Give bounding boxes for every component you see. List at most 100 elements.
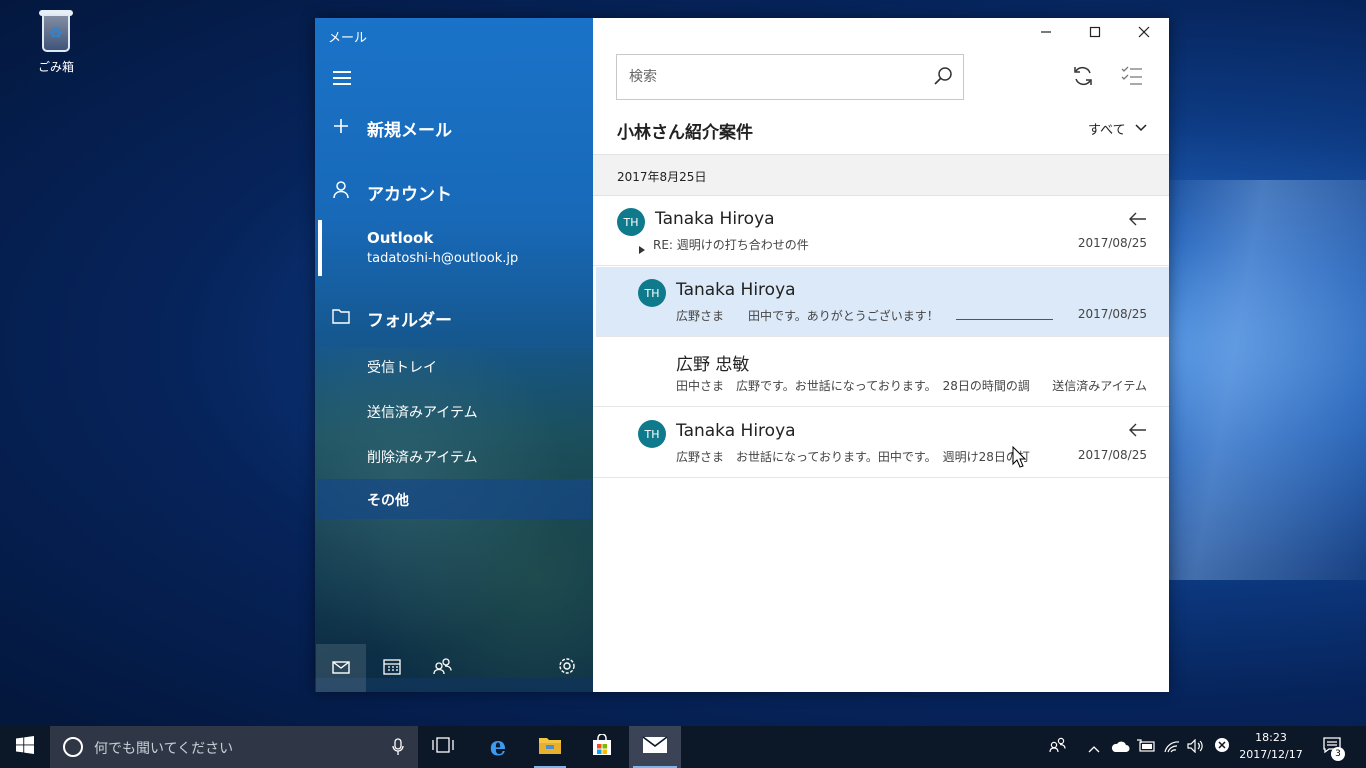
account-email: tadatoshi-h@outlook.jp bbox=[367, 251, 519, 266]
message-folder-tag: 送信済みアイテム bbox=[1052, 379, 1147, 393]
sync-button[interactable] bbox=[1071, 64, 1097, 90]
minimize-icon bbox=[1040, 26, 1052, 42]
account-outlook[interactable]: Outlook tadatoshi-h@outlook.jp bbox=[315, 218, 593, 278]
wifi-icon bbox=[1163, 738, 1181, 757]
minimize-button[interactable] bbox=[1023, 22, 1069, 46]
message-sender: Tanaka Hiroya bbox=[676, 421, 796, 441]
close-circle-icon bbox=[1214, 737, 1230, 757]
recycle-bin-desktop-icon[interactable]: ♻ ごみ箱 bbox=[22, 8, 90, 75]
file-explorer-taskbar-button[interactable] bbox=[526, 726, 574, 768]
folder-icon bbox=[538, 735, 562, 759]
maximize-icon bbox=[1089, 26, 1101, 42]
status-tray-button[interactable] bbox=[1210, 726, 1234, 768]
search-box bbox=[616, 54, 964, 100]
cortana-icon bbox=[63, 737, 83, 757]
person-icon bbox=[315, 180, 367, 204]
folders-label: フォルダー bbox=[367, 310, 452, 331]
chevron-down-icon bbox=[1135, 121, 1147, 136]
recycle-bin-label: ごみ箱 bbox=[37, 60, 74, 74]
action-center-button[interactable] bbox=[1312, 726, 1352, 768]
taskbar-clock[interactable]: 18:23 2017/12/17 bbox=[1236, 729, 1306, 763]
date-group-header: 2017年8月25日 bbox=[593, 154, 1169, 196]
selection-indicator bbox=[318, 220, 322, 276]
close-icon bbox=[1138, 26, 1150, 42]
taskbar: 何でも聞いてください e 18:23 2017/12/17 3 bbox=[0, 726, 1366, 768]
mouse-cursor-icon bbox=[1012, 445, 1027, 472]
search-input[interactable] bbox=[617, 55, 917, 99]
message-list-pane: 小林さん紹介案件 すべて 2017年8月25日 TH Tanaka Hiroya… bbox=[593, 18, 1169, 692]
mail-window: メール 新規メール アカウント Outlook tadatoshi-h@outl… bbox=[315, 18, 1169, 692]
checklist-icon bbox=[1120, 66, 1144, 90]
filter-dropdown[interactable]: すべて bbox=[1088, 119, 1147, 138]
message-date: 2017/08/25 bbox=[1077, 307, 1147, 321]
message-item[interactable]: TH Tanaka Hiroya 広野さま お世話になっております。田中です。 … bbox=[593, 408, 1169, 478]
people-switch-button[interactable] bbox=[418, 644, 468, 692]
mail-switch-button[interactable] bbox=[316, 644, 366, 692]
mail-envelope-icon bbox=[642, 736, 668, 758]
replied-arrow-icon bbox=[1129, 211, 1147, 226]
mail-taskbar-button[interactable] bbox=[629, 726, 681, 768]
battery-plug-icon bbox=[1136, 738, 1156, 757]
date-group-label: 2017年8月25日 bbox=[617, 170, 707, 184]
message-preview: 広野さま お世話になっております。田中です。 週明け28日の打 bbox=[676, 450, 1030, 464]
speaker-icon bbox=[1187, 738, 1205, 757]
select-mode-button[interactable] bbox=[1120, 64, 1146, 90]
windows-logo-icon bbox=[16, 736, 34, 758]
battery-tray-button[interactable] bbox=[1134, 726, 1158, 768]
list-title: 小林さん紹介案件 bbox=[617, 123, 753, 143]
folder-sent[interactable]: 送信済みアイテム bbox=[367, 402, 478, 422]
message-date: 2017/08/25 bbox=[1077, 448, 1147, 462]
preview-underline bbox=[956, 319, 1053, 320]
settings-button[interactable] bbox=[542, 644, 592, 692]
plus-icon bbox=[315, 118, 367, 139]
expand-thread-icon[interactable] bbox=[639, 239, 645, 258]
message-sender: Tanaka Hiroya bbox=[676, 280, 796, 300]
message-item[interactable]: TH Tanaka Hiroya RE: 週明けの打ち合わせの件 2017/08… bbox=[593, 196, 1169, 266]
chevron-up-icon bbox=[1088, 738, 1100, 757]
message-item[interactable]: 広野 忠敏 田中さま 広野です。お世話になっております。 28日の時間の調 送信… bbox=[593, 337, 1169, 407]
recycle-bin-icon: ♻ bbox=[36, 8, 76, 54]
folder-other[interactable]: その他 bbox=[317, 479, 591, 519]
message-sender: 広野 忠敏 bbox=[676, 355, 750, 375]
folder-inbox[interactable]: 受信トレイ bbox=[367, 357, 437, 377]
message-item-selected[interactable]: TH Tanaka Hiroya 広野さま 田中です。ありがとうございます！ 2… bbox=[596, 267, 1169, 337]
calendar-switch-button[interactable] bbox=[367, 644, 417, 692]
task-view-icon bbox=[432, 737, 454, 757]
store-taskbar-button[interactable] bbox=[578, 726, 626, 768]
show-hidden-icons-button[interactable] bbox=[1084, 726, 1104, 768]
search-icon[interactable] bbox=[933, 66, 953, 90]
folder-deleted[interactable]: 削除済みアイテム bbox=[367, 447, 478, 467]
accounts-button[interactable]: アカウント bbox=[315, 180, 593, 205]
start-button[interactable] bbox=[0, 726, 50, 768]
replied-arrow-icon bbox=[1129, 422, 1147, 437]
edge-taskbar-button[interactable]: e bbox=[474, 726, 522, 768]
message-preview: 田中さま 広野です。お世話になっております。 28日の時間の調 bbox=[676, 379, 1030, 393]
cortana-search-box[interactable]: 何でも聞いてください bbox=[50, 726, 418, 768]
accounts-label: アカウント bbox=[367, 184, 452, 205]
volume-tray-button[interactable] bbox=[1184, 726, 1208, 768]
close-button[interactable] bbox=[1121, 22, 1167, 46]
message-preview: 広野さま 田中です。ありがとうございます！ bbox=[676, 309, 939, 323]
people-icon bbox=[1049, 737, 1067, 757]
onedrive-tray-button[interactable] bbox=[1108, 726, 1132, 768]
folders-button[interactable]: フォルダー bbox=[315, 306, 593, 331]
folder-icon bbox=[315, 308, 367, 329]
maximize-button[interactable] bbox=[1072, 22, 1118, 46]
filter-label: すべて bbox=[1088, 123, 1126, 138]
nav-bottom-bar bbox=[315, 644, 593, 692]
people-tray-button[interactable] bbox=[1044, 726, 1072, 768]
new-mail-button[interactable]: 新規メール bbox=[315, 116, 593, 141]
account-name: Outlook bbox=[367, 229, 434, 247]
folder-other-label: その他 bbox=[367, 493, 409, 509]
app-title: メール bbox=[328, 31, 368, 46]
clock-time: 18:23 bbox=[1255, 731, 1287, 744]
hamburger-menu-icon[interactable] bbox=[333, 71, 351, 85]
message-sender: Tanaka Hiroya bbox=[655, 209, 775, 229]
cortana-placeholder: 何でも聞いてください bbox=[94, 741, 234, 757]
calendar-icon bbox=[383, 658, 401, 679]
message-date: 2017/08/25 bbox=[1077, 236, 1147, 250]
gear-icon bbox=[558, 657, 576, 679]
network-tray-button[interactable] bbox=[1160, 726, 1184, 768]
task-view-button[interactable] bbox=[420, 726, 466, 768]
microphone-icon[interactable] bbox=[392, 738, 404, 760]
